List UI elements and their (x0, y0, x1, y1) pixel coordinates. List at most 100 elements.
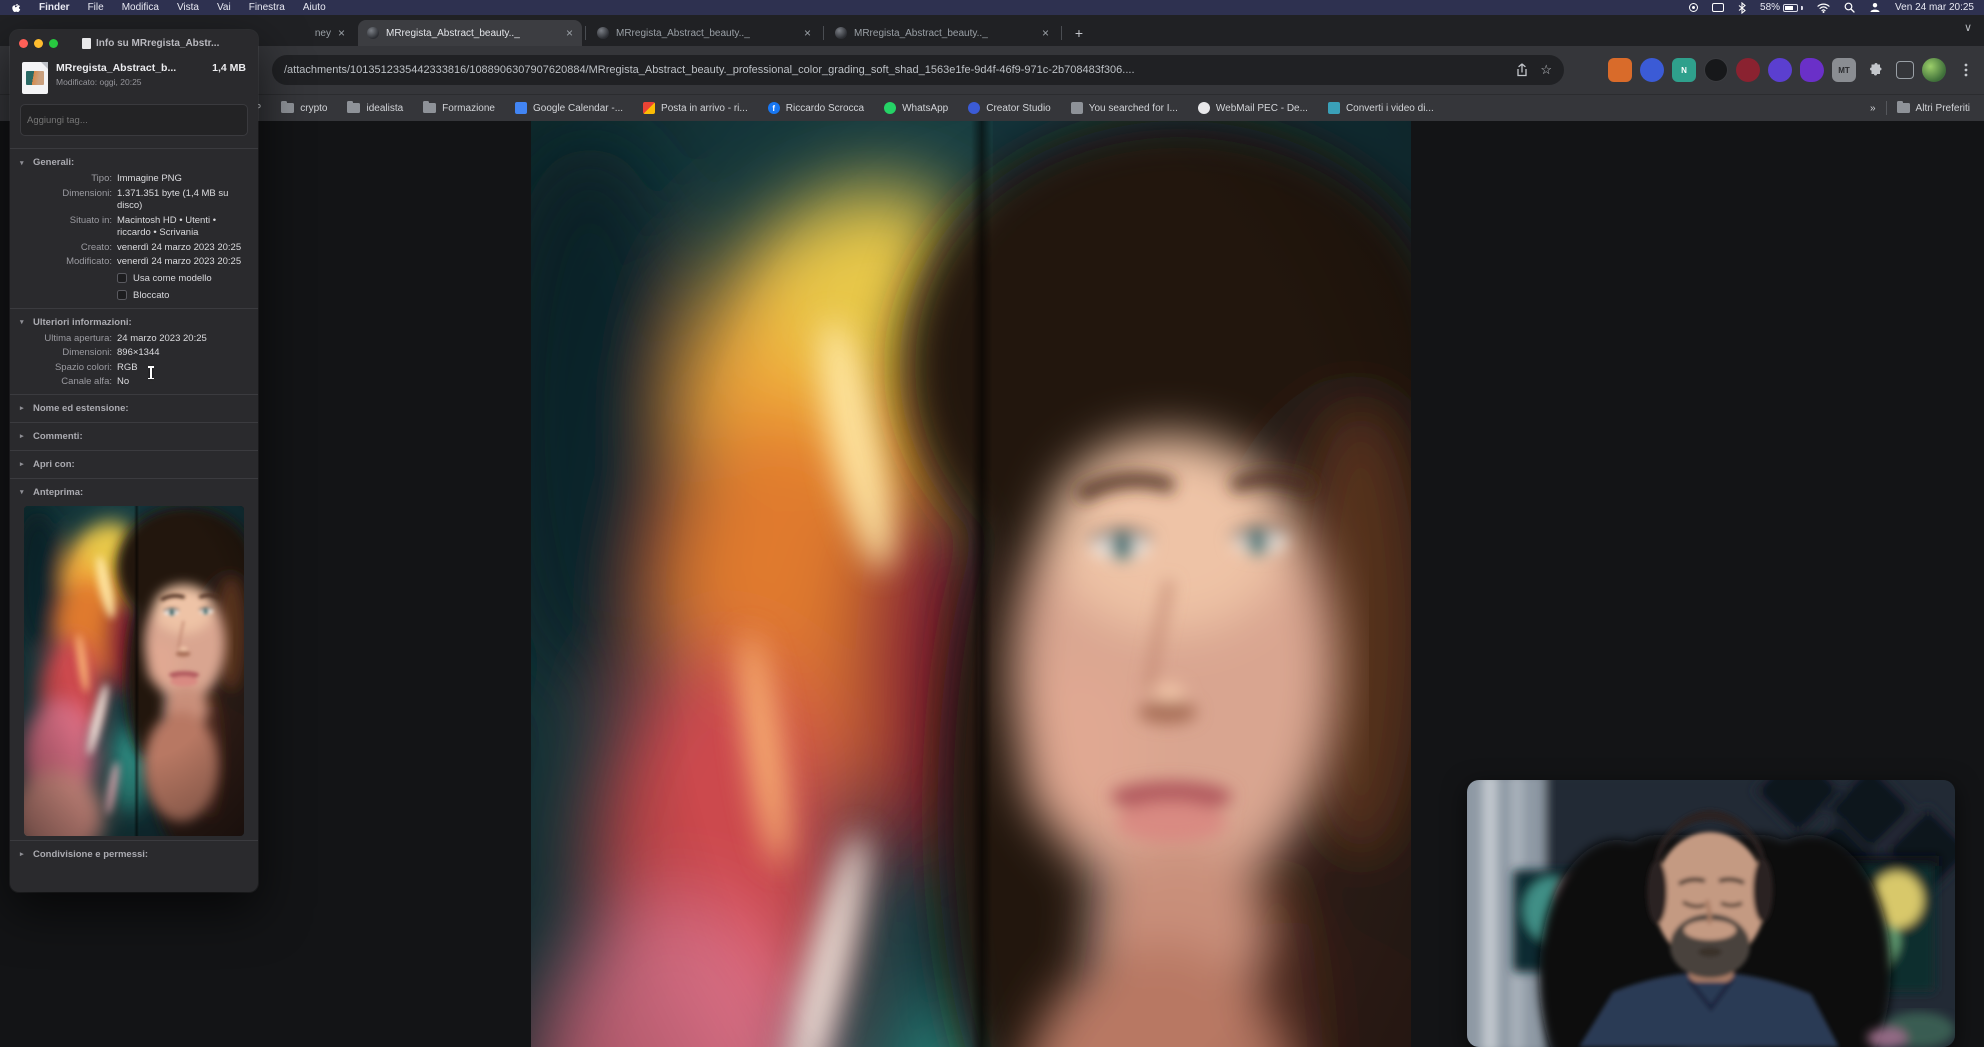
blue-flower-extension-icon[interactable] (1640, 58, 1664, 82)
purple-paint-extension-icon[interactable] (1800, 58, 1824, 82)
folder-icon (1896, 101, 1910, 113)
divider (10, 421, 258, 423)
checkbox-bloccato[interactable]: Bloccato (10, 287, 258, 304)
wifi-icon[interactable] (1817, 2, 1830, 14)
file-header: MRregista_Abstract_b... 1,4 MB Modificat… (10, 56, 258, 100)
checkbox-icon[interactable] (117, 290, 127, 300)
section-apri-con[interactable]: ▸ Apri con: (10, 455, 258, 474)
checkbox-icon[interactable] (117, 273, 127, 283)
section-generali[interactable]: ▾ Generali: (10, 153, 258, 172)
bookmark-star-icon[interactable]: ☆ (1540, 62, 1552, 78)
window-title: Info su MRregista_Abstr... (96, 37, 220, 49)
section-ulteriori-informazioni[interactable]: ▾ Ulteriori informazioni: (10, 313, 258, 332)
webmail-icon (1197, 102, 1210, 114)
tab-4[interactable]: MRregista_Abstract_beauty.._ × (826, 20, 1058, 46)
info-row-canale-alfa: Canale alfa: No (61, 376, 130, 387)
bookmark-gmail[interactable]: Posta in arrivo - ri... (643, 102, 748, 114)
mt-extension-icon[interactable]: MT (1832, 58, 1856, 82)
tab-strip: ney × MRregista_Abstract_beauty.._ × MRr… (0, 15, 1984, 46)
tab-close-icon[interactable]: × (566, 27, 573, 39)
bookmarks-bar: -UP crypto idealista Formazione Google C… (0, 94, 1984, 121)
checkbox-usa-come-modello[interactable]: Usa come modello (10, 270, 258, 287)
other-favorites[interactable]: Altri Preferiti (1896, 101, 1970, 114)
divider (10, 148, 258, 149)
side-panel-icon[interactable] (1896, 61, 1914, 79)
extensions-puzzle-icon[interactable] (1864, 58, 1888, 82)
bookmarks-overflow-chevron[interactable]: » (1870, 103, 1876, 114)
info-title-bar[interactable]: Info su MRregista_Abstr... (10, 30, 258, 56)
chevron-right-icon: ▸ (20, 405, 24, 412)
display-icon[interactable] (1712, 2, 1725, 14)
menu-item-aiuto[interactable]: Aiuto (303, 2, 326, 13)
bookmark-facebook[interactable]: f Riccardo Scrocca (767, 102, 864, 114)
tab-close-icon[interactable]: × (338, 27, 345, 39)
profile-avatar[interactable] (1922, 58, 1946, 82)
battery-icon (1783, 3, 1799, 12)
bookmark-folder-formazione[interactable]: Formazione (423, 101, 495, 114)
attachment-image[interactable] (531, 121, 1411, 1047)
bookmark-converti-video[interactable]: Converti i video di... (1327, 102, 1434, 114)
close-window-button[interactable] (19, 38, 28, 48)
bookmark-whatsapp[interactable]: WhatsApp (884, 102, 948, 114)
new-tab-button[interactable]: + (1068, 22, 1090, 44)
divider (1885, 101, 1887, 115)
bluetooth-icon[interactable] (1738, 1, 1746, 14)
url-text[interactable]: /attachments/1013512335442333816/1088906… (284, 64, 1504, 76)
browser-menu-dots-icon[interactable] (1954, 58, 1978, 82)
tag-input[interactable] (20, 104, 248, 136)
teal-n-extension-icon[interactable]: N (1672, 58, 1696, 82)
chevron-down-icon: ▾ (20, 159, 24, 167)
bookmark-you-searched[interactable]: You searched for I... (1070, 102, 1178, 114)
red-key-extension-icon[interactable] (1736, 58, 1760, 82)
tab-search-chevron-icon[interactable]: ∨ (1964, 21, 1972, 34)
orange-extension-icon[interactable] (1608, 58, 1632, 82)
minimize-window-button[interactable] (34, 38, 43, 48)
tab-favicon-icon (835, 27, 847, 39)
menu-item-finder[interactable]: Finder (39, 2, 70, 13)
section-condivisione-e-permessi[interactable]: ▸ Condivisione e permessi: (10, 845, 258, 864)
divider (10, 307, 258, 309)
menu-item-vista[interactable]: Vista (177, 2, 199, 13)
divider (10, 477, 258, 479)
file-size: 1,4 MB (212, 62, 246, 74)
menu-item-vai[interactable]: Vai (217, 2, 231, 13)
info-row-ultima-apertura: Ultima apertura: 24 marzo 2023 20:25 (44, 332, 207, 344)
user-switcher-icon[interactable] (1869, 2, 1881, 14)
chevron-right-icon: ▸ (20, 851, 24, 858)
info-row-dimensioni-px: Dimensioni: 896×1344 (62, 347, 160, 358)
purple-ghost-extension-icon[interactable] (1768, 58, 1792, 82)
tab-3[interactable]: MRregista_Abstract_beauty.._ × (588, 20, 820, 46)
text-cursor (148, 366, 153, 379)
bookmark-google-calendar[interactable]: Google Calendar -... (514, 102, 623, 114)
zoom-window-button[interactable] (49, 38, 58, 48)
address-bar[interactable]: /attachments/1013512335442333816/1088906… (272, 55, 1564, 85)
bookmark-folder-crypto[interactable]: crypto (281, 101, 327, 114)
section-commenti[interactable]: ▸ Commenti: (10, 427, 258, 446)
bookmark-webmail-pec[interactable]: WebMail PEC - De... (1197, 102, 1308, 114)
black-circle-extension-icon[interactable] (1704, 58, 1728, 82)
battery-indicator[interactable]: 58% (1760, 2, 1804, 13)
apple-logo-icon[interactable] (10, 2, 21, 14)
tab-close-icon[interactable]: × (804, 27, 811, 39)
menu-bar-clock[interactable]: Ven 24 mar 20:25 (1895, 2, 1974, 13)
screen-recording-icon[interactable] (1689, 2, 1699, 14)
png-file-icon (22, 62, 48, 94)
spotlight-search-icon[interactable] (1844, 2, 1855, 14)
bookmark-folder-idealista[interactable]: idealista (347, 101, 403, 114)
tab-2-active[interactable]: MRregista_Abstract_beauty.._ × (358, 20, 582, 46)
menu-item-finestra[interactable]: Finestra (249, 2, 285, 13)
tab-favicon-icon (367, 27, 379, 39)
browser-toolbar: /attachments/1013512335442333816/1088906… (0, 46, 1984, 94)
menu-item-file[interactable]: File (88, 2, 104, 13)
section-nome-ed-estensione[interactable]: ▸ Nome ed estensione: (10, 399, 258, 418)
section-anteprima[interactable]: ▾ Anteprima: (10, 483, 258, 502)
menu-item-modifica[interactable]: Modifica (122, 2, 159, 13)
info-row-creato: Creato: venerdì 24 marzo 2023 20:25 (80, 241, 242, 253)
bookmark-creator-studio[interactable]: Creator Studio (968, 102, 1051, 114)
file-name: MRregista_Abstract_b... (56, 62, 177, 74)
whatsapp-icon (884, 102, 897, 114)
share-icon[interactable] (1516, 63, 1528, 77)
divider (10, 393, 258, 395)
tab-close-icon[interactable]: × (1042, 27, 1049, 39)
divider (10, 449, 258, 451)
